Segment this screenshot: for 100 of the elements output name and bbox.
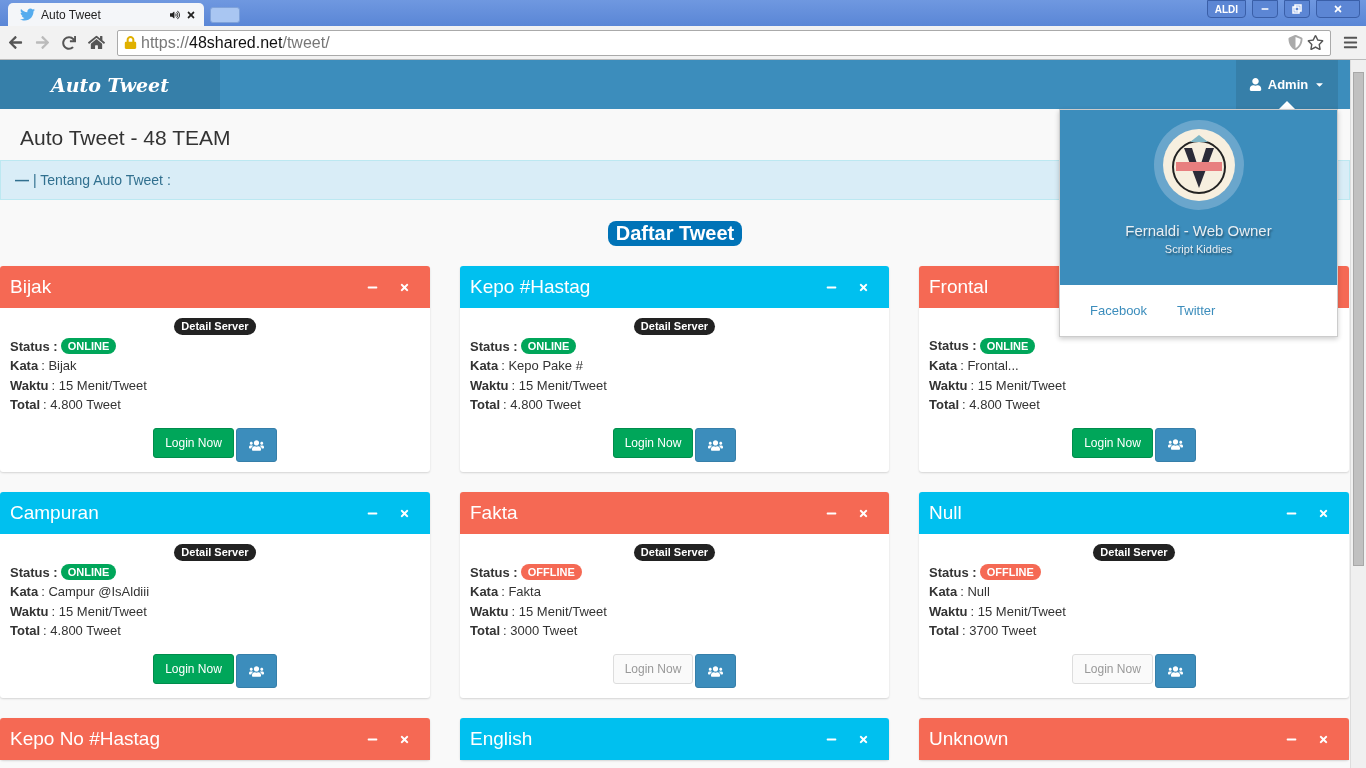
profile-button[interactable]: ALDI: [1206, 0, 1246, 18]
field-value: : Frontal...: [960, 358, 1019, 373]
detail-server-badge: Detail Server: [174, 544, 256, 561]
browser-tab[interactable]: Auto Tweet: [8, 3, 204, 26]
field-value: : 15 Menit/Tweet: [51, 377, 147, 393]
reload-icon[interactable]: [62, 35, 76, 50]
field-label: Status :: [929, 564, 977, 580]
minimize-button[interactable]: [1252, 0, 1278, 18]
panel-title: Fakta: [470, 502, 519, 524]
section-title: Daftar Tweet: [607, 221, 743, 246]
profile-link[interactable]: Facebook: [1090, 303, 1148, 318]
detail-server-badge: Detail Server: [1093, 544, 1175, 561]
star-icon[interactable]: [1307, 34, 1324, 51]
status-badge: ONLINE: [979, 337, 1036, 354]
url-text: https://48shared.net/tweet/: [141, 33, 331, 52]
status-badge: OFFLINE: [520, 564, 582, 581]
field-value: : 15 Menit/Tweet: [511, 603, 607, 619]
restore-button[interactable]: [1284, 0, 1310, 18]
field-value: : Null: [960, 584, 990, 600]
home-icon[interactable]: [88, 34, 105, 51]
field-label: Waktu: [10, 377, 49, 393]
field-label: Total: [929, 397, 960, 413]
users-icon: [1167, 437, 1183, 453]
field-value: : 3000 Tweet: [503, 623, 578, 639]
users-icon: [248, 437, 264, 453]
users-button[interactable]: [1154, 654, 1196, 688]
field-label: Status :: [10, 338, 58, 354]
lock-warning-icon: [124, 36, 137, 49]
panel-title: English: [470, 728, 534, 750]
user-icon: [1248, 78, 1262, 91]
field-label: Kata: [929, 358, 958, 373]
user-role: Script Kiddies: [1164, 243, 1233, 255]
address-bar[interactable]: https://48shared.net/tweet/: [117, 29, 1331, 56]
close-icon: [1333, 4, 1343, 14]
users-button[interactable]: [235, 428, 277, 462]
login-button[interactable]: Login Now: [153, 428, 234, 458]
field-label: Kata: [470, 584, 499, 600]
field-label: Status :: [470, 338, 518, 354]
field-value: : 15 Menit/Tweet: [970, 603, 1066, 619]
field-label: Waktu: [929, 603, 968, 619]
panel-title: Null: [929, 502, 963, 524]
users-button[interactable]: [695, 428, 737, 462]
field-label: Kata: [929, 584, 958, 600]
close-button[interactable]: [1316, 0, 1360, 18]
profile-link[interactable]: Twitter: [1177, 303, 1216, 318]
panel-title: Unknown: [929, 728, 1010, 750]
field-value: : Bijak: [41, 358, 77, 374]
status-badge: ONLINE: [60, 338, 117, 355]
field-value: : Kepo Pake #: [501, 358, 583, 374]
field-value: : 15 Menit/Tweet: [970, 377, 1066, 393]
login-button[interactable]: Login Now: [153, 654, 234, 684]
restore-icon: [1292, 4, 1302, 14]
scrollbar[interactable]: [1350, 60, 1366, 768]
field-label: Waktu: [470, 603, 509, 619]
back-icon[interactable]: [8, 35, 23, 50]
speaker-icon: [170, 9, 180, 20]
field-value: : 4.800 Tweet: [43, 397, 121, 413]
users-button[interactable]: [695, 654, 737, 688]
close-icon[interactable]: [186, 9, 196, 20]
panel-title: Frontal: [929, 276, 990, 298]
users-button[interactable]: [1154, 427, 1196, 462]
users-icon: [1167, 663, 1183, 679]
info-label: | Tentang Auto Tweet :: [33, 172, 171, 188]
field-label: Waktu: [929, 377, 968, 393]
detail-server-badge: Detail Server: [633, 544, 716, 561]
tab-title: Auto Tweet: [41, 7, 102, 22]
field-label: Status :: [470, 564, 518, 580]
users-icon: [708, 437, 724, 453]
new-tab-button[interactable]: [210, 7, 240, 23]
page-title: Auto Tweet - 48 TEAM: [19, 125, 232, 151]
forward-icon[interactable]: [35, 35, 50, 50]
field-value: : 4.800 Tweet: [503, 397, 581, 413]
panel-title: Kepo #Hastag: [470, 276, 592, 298]
field-value: : 15 Menit/Tweet: [51, 603, 147, 619]
field-value: : 4.800 Tweet: [43, 623, 121, 639]
user-menu-button[interactable]: Admin: [1236, 60, 1338, 109]
brand-logo[interactable]: Auto Tweet: [0, 60, 220, 109]
panel-title: Bijak: [10, 276, 53, 298]
field-label: Kata: [10, 358, 39, 374]
detail-server-badge: Detail Server: [633, 318, 716, 335]
collapse-toggle: —: [15, 172, 29, 188]
field-value: : 15 Menit/Tweet: [511, 377, 607, 393]
field-value: : Campur @IsAldiii: [41, 584, 150, 600]
status-badge: ONLINE: [60, 564, 117, 581]
login-button[interactable]: Login Now: [1072, 427, 1153, 458]
field-label: Waktu: [470, 377, 509, 393]
menu-icon[interactable]: [1343, 35, 1358, 50]
status-badge: OFFLINE: [979, 564, 1041, 581]
detail-server-badge: Detail Server: [174, 318, 256, 335]
field-label: Status :: [10, 564, 58, 580]
field-label: Kata: [470, 358, 499, 374]
field-value: : 4.800 Tweet: [962, 397, 1040, 413]
field-label: Kata: [10, 584, 39, 600]
login-button[interactable]: Login Now: [612, 428, 694, 458]
status-badge: ONLINE: [520, 338, 577, 355]
field-label: Total: [929, 623, 960, 639]
users-button[interactable]: [235, 654, 277, 688]
field-label: Status :: [929, 338, 977, 354]
bird-icon: [20, 7, 35, 22]
field-value: : Fakta: [501, 584, 541, 600]
